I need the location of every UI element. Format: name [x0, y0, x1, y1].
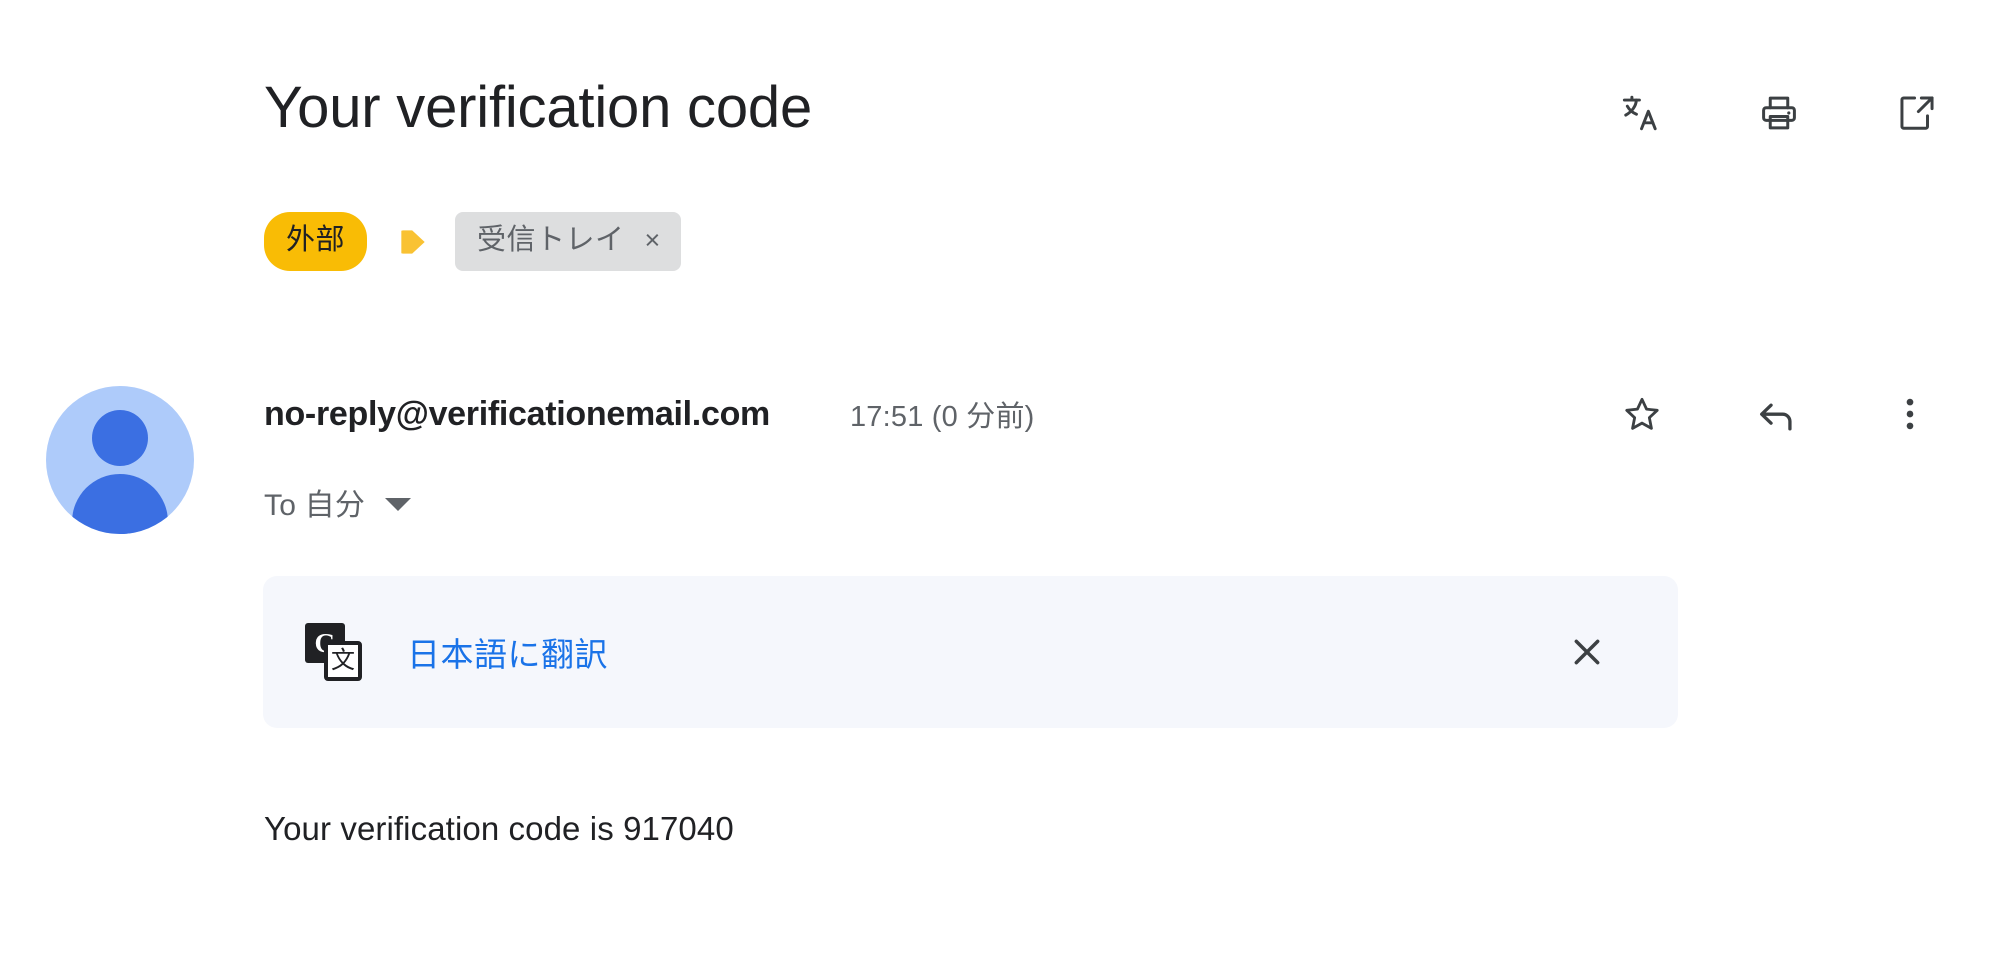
translate-icon[interactable]: [1618, 90, 1664, 136]
recipient-label: To 自分: [264, 489, 366, 522]
avatar-head: [92, 410, 148, 466]
label-chips-row: 外部 受信トレイ ×: [264, 212, 681, 271]
avatar[interactable]: [46, 386, 194, 534]
inbox-label-text: 受信トレイ: [477, 224, 625, 256]
remove-label-icon[interactable]: ×: [645, 227, 661, 254]
message-body-text: Your verification code is 917040: [264, 810, 734, 847]
google-translate-char: 文: [324, 641, 362, 681]
reply-icon[interactable]: [1754, 392, 1798, 436]
translate-to-japanese-link[interactable]: 日本語に翻訳: [407, 628, 608, 676]
print-icon[interactable]: [1756, 90, 1802, 136]
open-in-new-icon[interactable]: [1894, 90, 1940, 136]
email-message-view: Your verification code 外部 受信トレイ × no-rep…: [0, 0, 2000, 966]
inbox-label-chip[interactable]: 受信トレイ ×: [455, 212, 681, 271]
close-icon[interactable]: [1564, 629, 1610, 675]
header-action-bar: [1618, 76, 1944, 136]
message-timestamp: 17:51 (0 分前): [849, 401, 1035, 433]
external-label-badge[interactable]: 外部: [264, 212, 368, 271]
chevron-right-icon: [393, 222, 433, 262]
star-icon[interactable]: [1620, 392, 1664, 436]
subject-header: Your verification code: [264, 75, 1944, 141]
sender-row: no-reply@verificationemail.com 17:51 (0 …: [264, 392, 1944, 436]
translate-banner: G 文 日本語に翻訳: [263, 576, 1678, 728]
google-translate-icon: G 文: [305, 623, 363, 681]
message-action-bar: [1620, 392, 1944, 436]
more-options-icon[interactable]: [1888, 392, 1932, 436]
recipient-row[interactable]: To 自分: [264, 480, 412, 524]
sender-email[interactable]: no-reply@verificationemail.com: [264, 395, 770, 434]
chevron-down-icon[interactable]: [385, 497, 412, 511]
page-title: Your verification code: [264, 75, 813, 140]
avatar-body: [72, 474, 168, 534]
